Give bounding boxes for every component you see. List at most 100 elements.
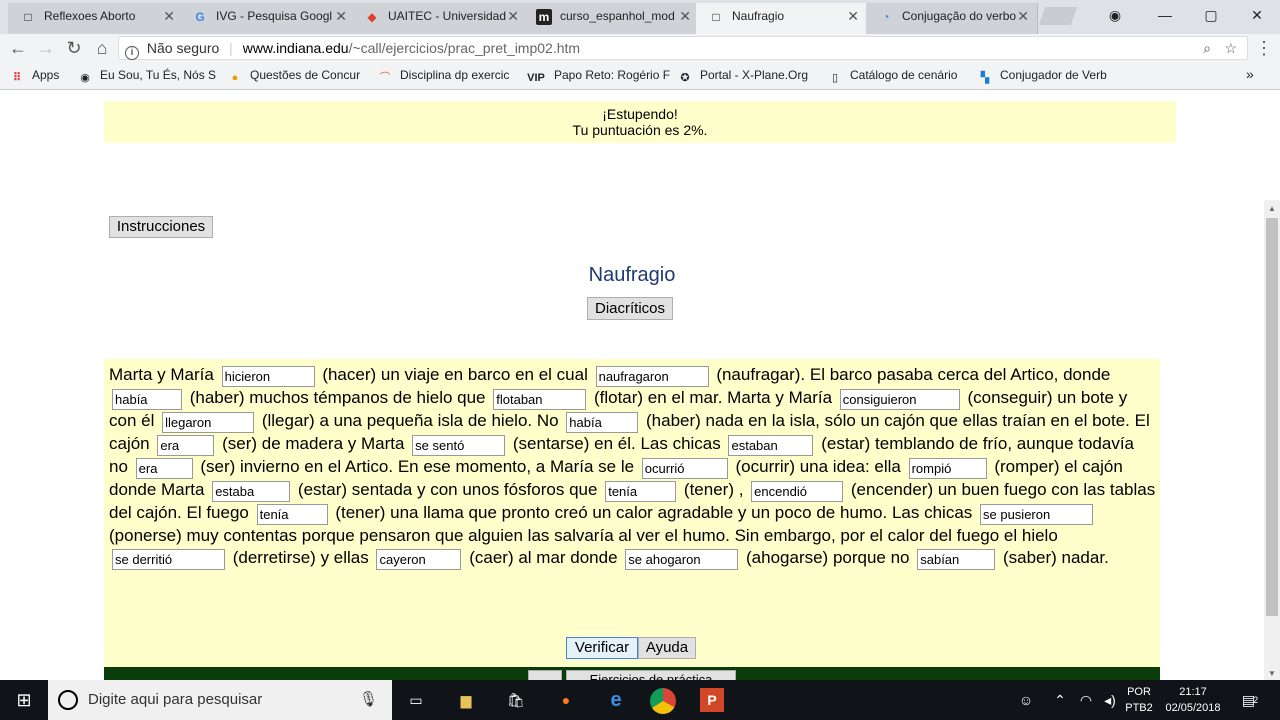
answer-input-16[interactable]: [751, 481, 844, 502]
answer-input-4[interactable]: [493, 389, 587, 410]
bookmark-eu-sou[interactable]: ◉ Eu Sou, Tu És, Nós S: [78, 68, 216, 85]
answer-input-19[interactable]: [112, 549, 225, 571]
tab-reflexoes[interactable]: □ Reflexoes Aborto ✕: [8, 3, 184, 34]
document-icon: ▯: [831, 72, 839, 84]
google-icon: G: [195, 9, 205, 24]
tab-label: IVG - Pesquisa Googl: [216, 9, 333, 23]
taskbar-search[interactable]: Digite aqui para pesquisar 🎙: [48, 680, 392, 720]
scrollbar-thumb[interactable]: [1266, 218, 1278, 616]
answer-input-12[interactable]: [641, 458, 728, 479]
bookmarks-overflow-icon[interactable]: »: [1246, 66, 1254, 82]
practice-exercises-button[interactable]: Ejercicios de práctica: [566, 670, 736, 680]
toolbar: ← → ↻ ⌂ i Não seguro | www.indiana.edu/~…: [0, 34, 1280, 62]
info-icon[interactable]: i: [125, 46, 139, 60]
zoom-icon[interactable]: ⌕: [1203, 37, 1211, 59]
edge-icon[interactable]: e: [604, 688, 628, 712]
maximize-button[interactable]: ▢: [1188, 0, 1234, 30]
vertical-scrollbar[interactable]: ▲ ▼: [1264, 200, 1280, 680]
scroll-down-icon[interactable]: ▼: [1268, 669, 1276, 678]
bookmark-catalogo[interactable]: ▯ Catálogo de cenário: [828, 68, 957, 85]
bookmark-xplane[interactable]: ✪ Portal - X-Plane.Org: [678, 68, 808, 85]
answer-input-17[interactable]: [256, 504, 328, 525]
answer-input-10[interactable]: [728, 435, 814, 456]
answer-input-1[interactable]: [221, 366, 315, 387]
answer-input-14[interactable]: [212, 481, 291, 502]
score-text: Tu puntuación es 2%.: [572, 122, 708, 138]
banner-message: ¡Estupendo!: [602, 106, 678, 122]
task-view-icon[interactable]: ▭: [404, 688, 428, 712]
scroll-up-icon[interactable]: ▲: [1268, 204, 1276, 213]
answer-input-6[interactable]: [162, 412, 255, 433]
bookmark-disciplina[interactable]: ⌒ Disciplina dp exercic: [378, 68, 510, 84]
windows-start-icon[interactable]: ⊞: [12, 688, 36, 712]
uaitec-icon: ◆: [367, 9, 377, 24]
star-icon[interactable]: ☆: [1224, 37, 1237, 59]
tab-uaitec[interactable]: ◆ UAITEC - Universidad ✕: [352, 3, 528, 34]
chrome-icon[interactable]: [650, 688, 676, 714]
minimize-button[interactable]: —: [1142, 0, 1188, 30]
new-tab-button[interactable]: [1038, 7, 1078, 25]
menu-icon[interactable]: ⋮: [1252, 38, 1276, 59]
reload-icon[interactable]: ↻: [62, 38, 86, 59]
tab-curso[interactable]: m curso_espanhol_mod ✕: [524, 3, 700, 34]
answer-input-18[interactable]: [980, 504, 1093, 525]
help-button[interactable]: Ayuda: [638, 637, 696, 659]
close-icon[interactable]: ✕: [679, 3, 691, 30]
answer-input-11[interactable]: [135, 458, 193, 479]
tab-conjugacao[interactable]: ◔ Conjugação do verbo ✕: [866, 3, 1038, 34]
answer-input-3[interactable]: [112, 389, 182, 410]
volume-icon[interactable]: ◂): [1098, 688, 1122, 712]
diacritics-button[interactable]: Diacríticos: [587, 297, 673, 320]
notifications-icon[interactable]: ▤ 2: [1238, 688, 1262, 712]
answer-input-22[interactable]: [917, 549, 996, 571]
file-explorer-icon[interactable]: ▆: [454, 688, 478, 712]
people-icon[interactable]: ☺: [1014, 688, 1038, 712]
bookmark-label: Disciplina dp exercic: [400, 68, 510, 82]
exercise-panel: Marta y María (hacer) un viaje en barco …: [104, 359, 1160, 667]
home-icon[interactable]: ⌂: [90, 38, 114, 59]
answer-input-21[interactable]: [625, 549, 739, 571]
bookmark-papo-reto[interactable]: VIP Papo Reto: Rogério F: [526, 68, 670, 86]
bookmark-favicon-icon: ⌒: [379, 72, 391, 84]
bookmark-apps[interactable]: ⠿ Apps: [10, 68, 59, 85]
tray-chevron-icon[interactable]: ⌃: [1048, 688, 1072, 712]
close-icon[interactable]: ✕: [163, 3, 175, 30]
close-icon[interactable]: ✕: [507, 3, 519, 30]
search-circle-icon: [58, 690, 78, 710]
address-bar[interactable]: i Não seguro | www.indiana.edu/~call/eje…: [118, 36, 1248, 60]
firefox-icon[interactable]: ●: [554, 688, 578, 712]
answer-input-8[interactable]: [157, 435, 215, 456]
tab-label: Reflexoes Aborto: [44, 9, 136, 23]
footer-left-button[interactable]: [528, 670, 562, 680]
close-icon[interactable]: ✕: [847, 3, 859, 30]
answer-input-7[interactable]: [566, 412, 639, 433]
verify-button[interactable]: Verificar: [566, 637, 638, 659]
answer-input-9[interactable]: [412, 435, 506, 456]
tab-label: Conjugação do verbo: [902, 9, 1017, 23]
store-icon[interactable]: 🛍: [504, 688, 528, 712]
back-arrow-icon[interactable]: ←: [6, 38, 30, 59]
microphone-icon[interactable]: 🎙: [359, 680, 378, 720]
bookmark-label: Conjugador de Verb: [1000, 68, 1107, 82]
bookmark-conjugador[interactable]: ▚ Conjugador de Verb: [978, 68, 1107, 85]
close-icon[interactable]: ✕: [335, 3, 347, 30]
wifi-icon[interactable]: ◠: [1074, 688, 1098, 712]
document-icon: □: [24, 9, 32, 24]
keyboard-layout: PTB2: [1125, 702, 1153, 714]
tab-ivg[interactable]: G IVG - Pesquisa Googl ✕: [180, 3, 356, 34]
answer-input-2[interactable]: [595, 366, 709, 387]
close-icon[interactable]: ✕: [1017, 3, 1029, 30]
answer-input-15[interactable]: [605, 481, 677, 502]
tab-naufragio[interactable]: □ Naufragio ✕: [696, 3, 868, 34]
answer-input-20[interactable]: [376, 549, 462, 571]
powerpoint-icon[interactable]: P: [700, 688, 724, 712]
language-indicator[interactable]: POR PTB2: [1122, 684, 1156, 716]
instructions-button[interactable]: Instrucciones: [109, 216, 213, 238]
forward-arrow-icon[interactable]: →: [34, 38, 58, 59]
answer-input-13[interactable]: [908, 458, 987, 479]
answer-input-5[interactable]: [839, 389, 960, 410]
clock[interactable]: 21:17 02/05/2018: [1160, 684, 1226, 716]
bookmark-questoes[interactable]: ● Questões de Concur: [228, 68, 360, 86]
close-window-button[interactable]: ✕: [1234, 0, 1280, 30]
profile-icon[interactable]: ◉: [1092, 0, 1138, 30]
